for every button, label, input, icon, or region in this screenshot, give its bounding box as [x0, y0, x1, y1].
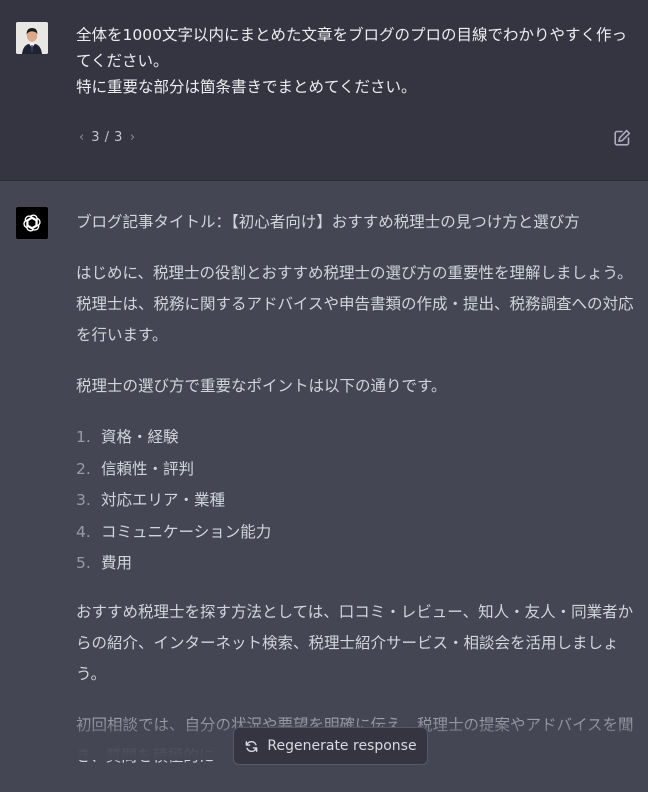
blog-title: ブログ記事タイトル：【初心者向け】おすすめ税理士の見つけ方と選び方 [76, 213, 580, 231]
points-intro: 税理士の選び方で重要なポイントは以下の通りです。 [76, 377, 447, 395]
refresh-icon [246, 740, 258, 752]
list-item: 1. 資格・経験 [76, 428, 179, 446]
chevron-left-icon[interactable]: ‹ [76, 130, 87, 145]
edit-icon[interactable] [612, 128, 632, 148]
list-item: 3. 対応エリア・業種 [76, 491, 226, 509]
user-message: 全体を1000文字以内にまとめた文章をブログのプロの目線でわかりやすく作ってくだ… [0, 0, 648, 181]
user-avatar [16, 22, 48, 54]
search-paragraph: おすすめ税理士を探す方法としては、口コミ・レビュー、知人・友人・同業者からの紹介… [76, 602, 634, 683]
points-list: 1. 資格・経験 2. 信頼性・評判 3. 対応エリア・業種 4. コミュニケーション能… [76, 422, 636, 580]
list-item: 2. 信頼性・評判 [76, 459, 195, 478]
assistant-answer: ブログ記事タイトル：【初心者向け】おすすめ税理士の見つけ方と選び方 はじめに、税… [76, 207, 636, 792]
user-message-text: 全体を1000文字以内にまとめた文章をブログのプロの目線でわかりやすく作ってくだ… [76, 26, 627, 96]
regenerate-response-button[interactable]: Regenerate response [233, 727, 428, 765]
list-item: 5. 費用 [76, 554, 133, 572]
response-pager: ‹ 3 / 3 › [76, 130, 138, 145]
assistant-message: ブログ記事タイトル：【初心者向け】おすすめ税理士の見つけ方と選び方 はじめに、税… [0, 181, 648, 765]
chevron-right-icon[interactable]: › [127, 130, 138, 145]
openai-logo-icon [16, 207, 48, 239]
regenerate-label: Regenerate response [267, 738, 417, 754]
intro-paragraph: はじめに、税理士の役割とおすすめ税理士の選び方の重要性を理解しましょう。税理士は… [76, 264, 634, 344]
pager-count: 3 / 3 [91, 130, 123, 145]
list-item: 4. コミュニケーション能力 [76, 522, 272, 541]
